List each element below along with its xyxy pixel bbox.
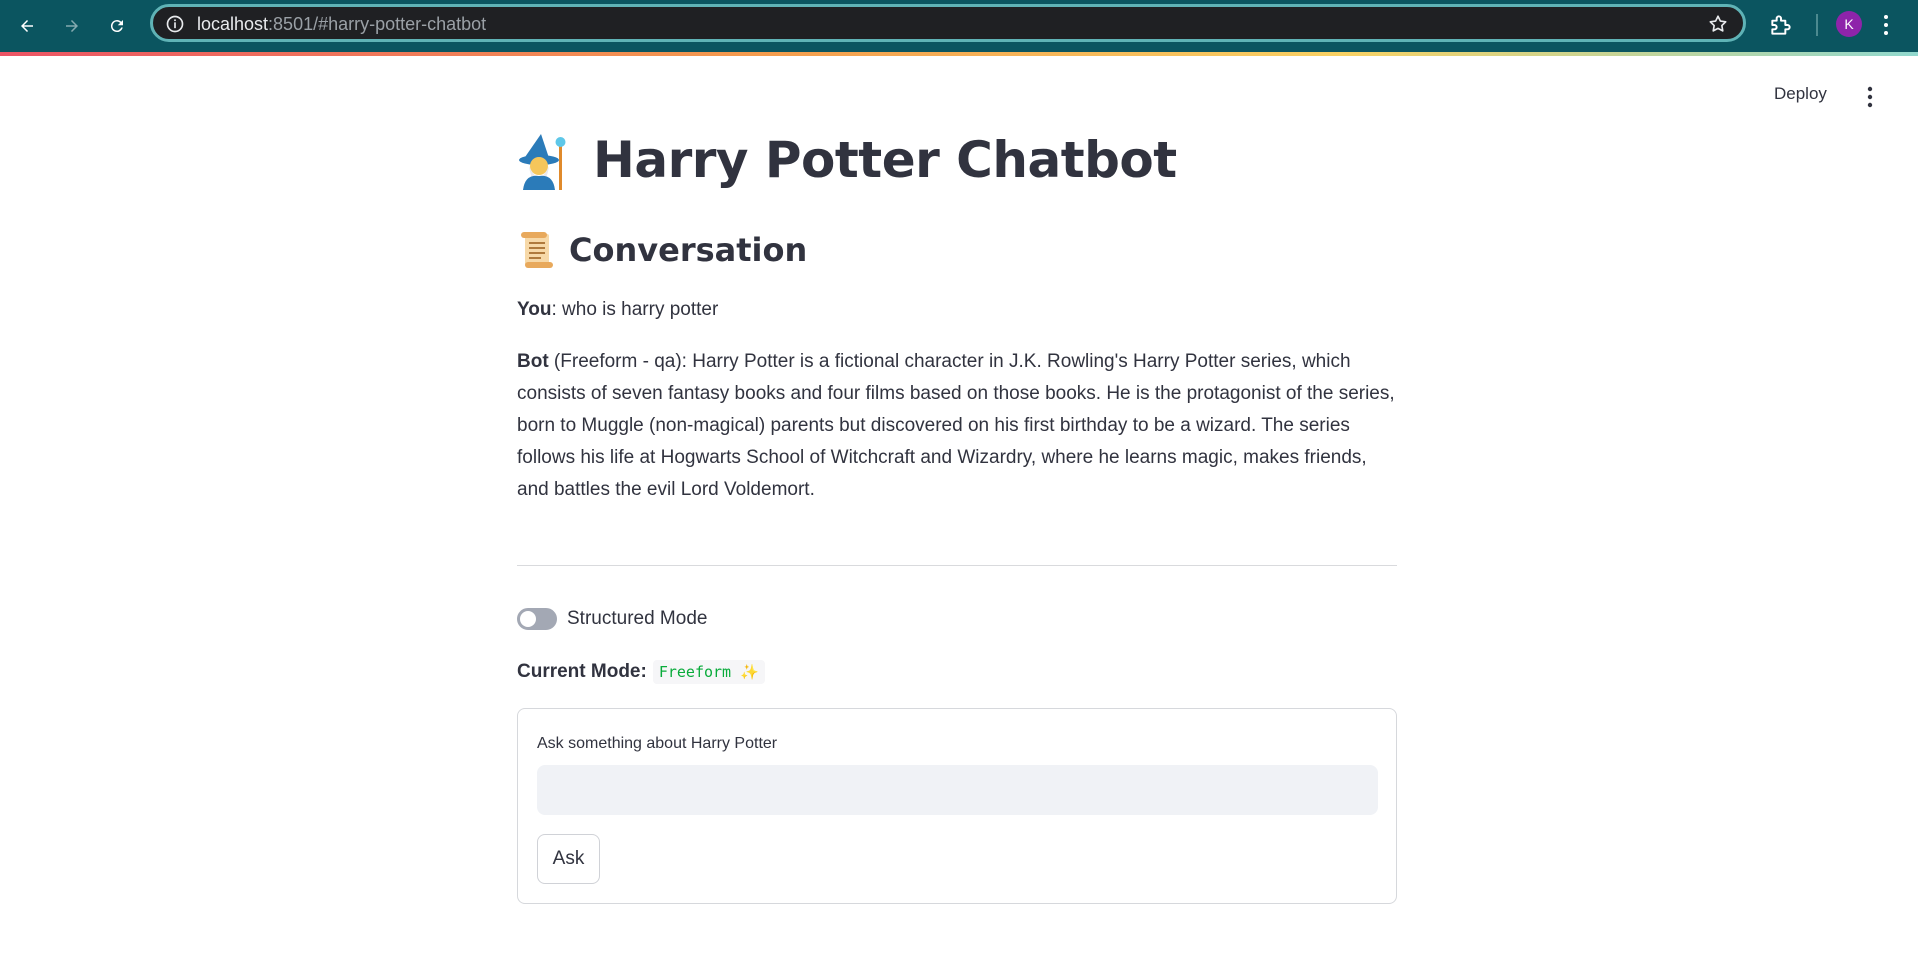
browser-menu-icon[interactable]: [1882, 14, 1890, 36]
address-bar[interactable]: localhost:8501/#harry-potter-chatbot: [150, 4, 1746, 42]
structured-mode-toggle[interactable]: [517, 608, 557, 630]
scroll-icon: [521, 232, 553, 268]
message-speaker: Bot: [517, 351, 549, 372]
reload-button[interactable]: [100, 9, 134, 43]
forward-button[interactable]: [55, 9, 89, 43]
arrow-right-icon: [66, 20, 78, 32]
toolbar-separator: [1816, 14, 1818, 36]
question-input[interactable]: [537, 765, 1378, 815]
current-mode-label: Current Mode:: [517, 661, 647, 682]
url-path: :8501/#harry-potter-chatbot: [268, 14, 487, 34]
url-text[interactable]: localhost:8501/#harry-potter-chatbot: [197, 14, 486, 35]
conversation-header-row: Conversation: [517, 230, 807, 270]
message-text: (Freeform - qa): Harry Potter is a ficti…: [517, 351, 1395, 500]
site-info-icon[interactable]: [165, 14, 185, 34]
loading-accent-bar: [0, 52, 1918, 56]
conversation-heading: Conversation: [569, 231, 808, 269]
url-host: localhost: [197, 14, 269, 34]
divider: [517, 565, 1397, 566]
chat-message-bot: Bot (Freeform - qa): Harry Potter is a f…: [517, 346, 1397, 506]
chat-message-user: You: who is harry potter: [517, 294, 1397, 326]
extensions-puzzle-icon[interactable]: [1768, 12, 1794, 38]
toggle-knob: [520, 611, 536, 627]
question-form: Ask something about Harry Potter Ask: [517, 708, 1397, 904]
bookmark-star-icon[interactable]: [1707, 13, 1729, 35]
current-mode-value: Freeform ✨: [652, 660, 765, 684]
mage-icon: [519, 134, 566, 190]
arrow-left-icon: [21, 20, 33, 32]
deploy-button[interactable]: Deploy: [1774, 84, 1827, 104]
browser-toolbar: localhost:8501/#harry-potter-chatbot K: [0, 0, 1918, 52]
page-title-row: Harry Potter Chatbot: [517, 130, 1177, 190]
current-mode-row: Current Mode: Freeform ✨: [517, 660, 765, 684]
structured-mode-label: Structured Mode: [567, 608, 708, 629]
reload-icon: [110, 20, 123, 33]
page-title: Harry Potter Chatbot: [593, 131, 1177, 189]
structured-mode-toggle-row[interactable]: Structured Mode: [517, 608, 707, 630]
message-text: : who is harry potter: [551, 299, 719, 320]
message-speaker: You: [517, 299, 552, 320]
profile-avatar[interactable]: K: [1836, 11, 1862, 37]
back-button[interactable]: [10, 9, 44, 43]
ask-button[interactable]: Ask: [537, 834, 600, 884]
main-menu-icon[interactable]: [1866, 86, 1874, 108]
question-input-label: Ask something about Harry Potter: [537, 735, 778, 752]
